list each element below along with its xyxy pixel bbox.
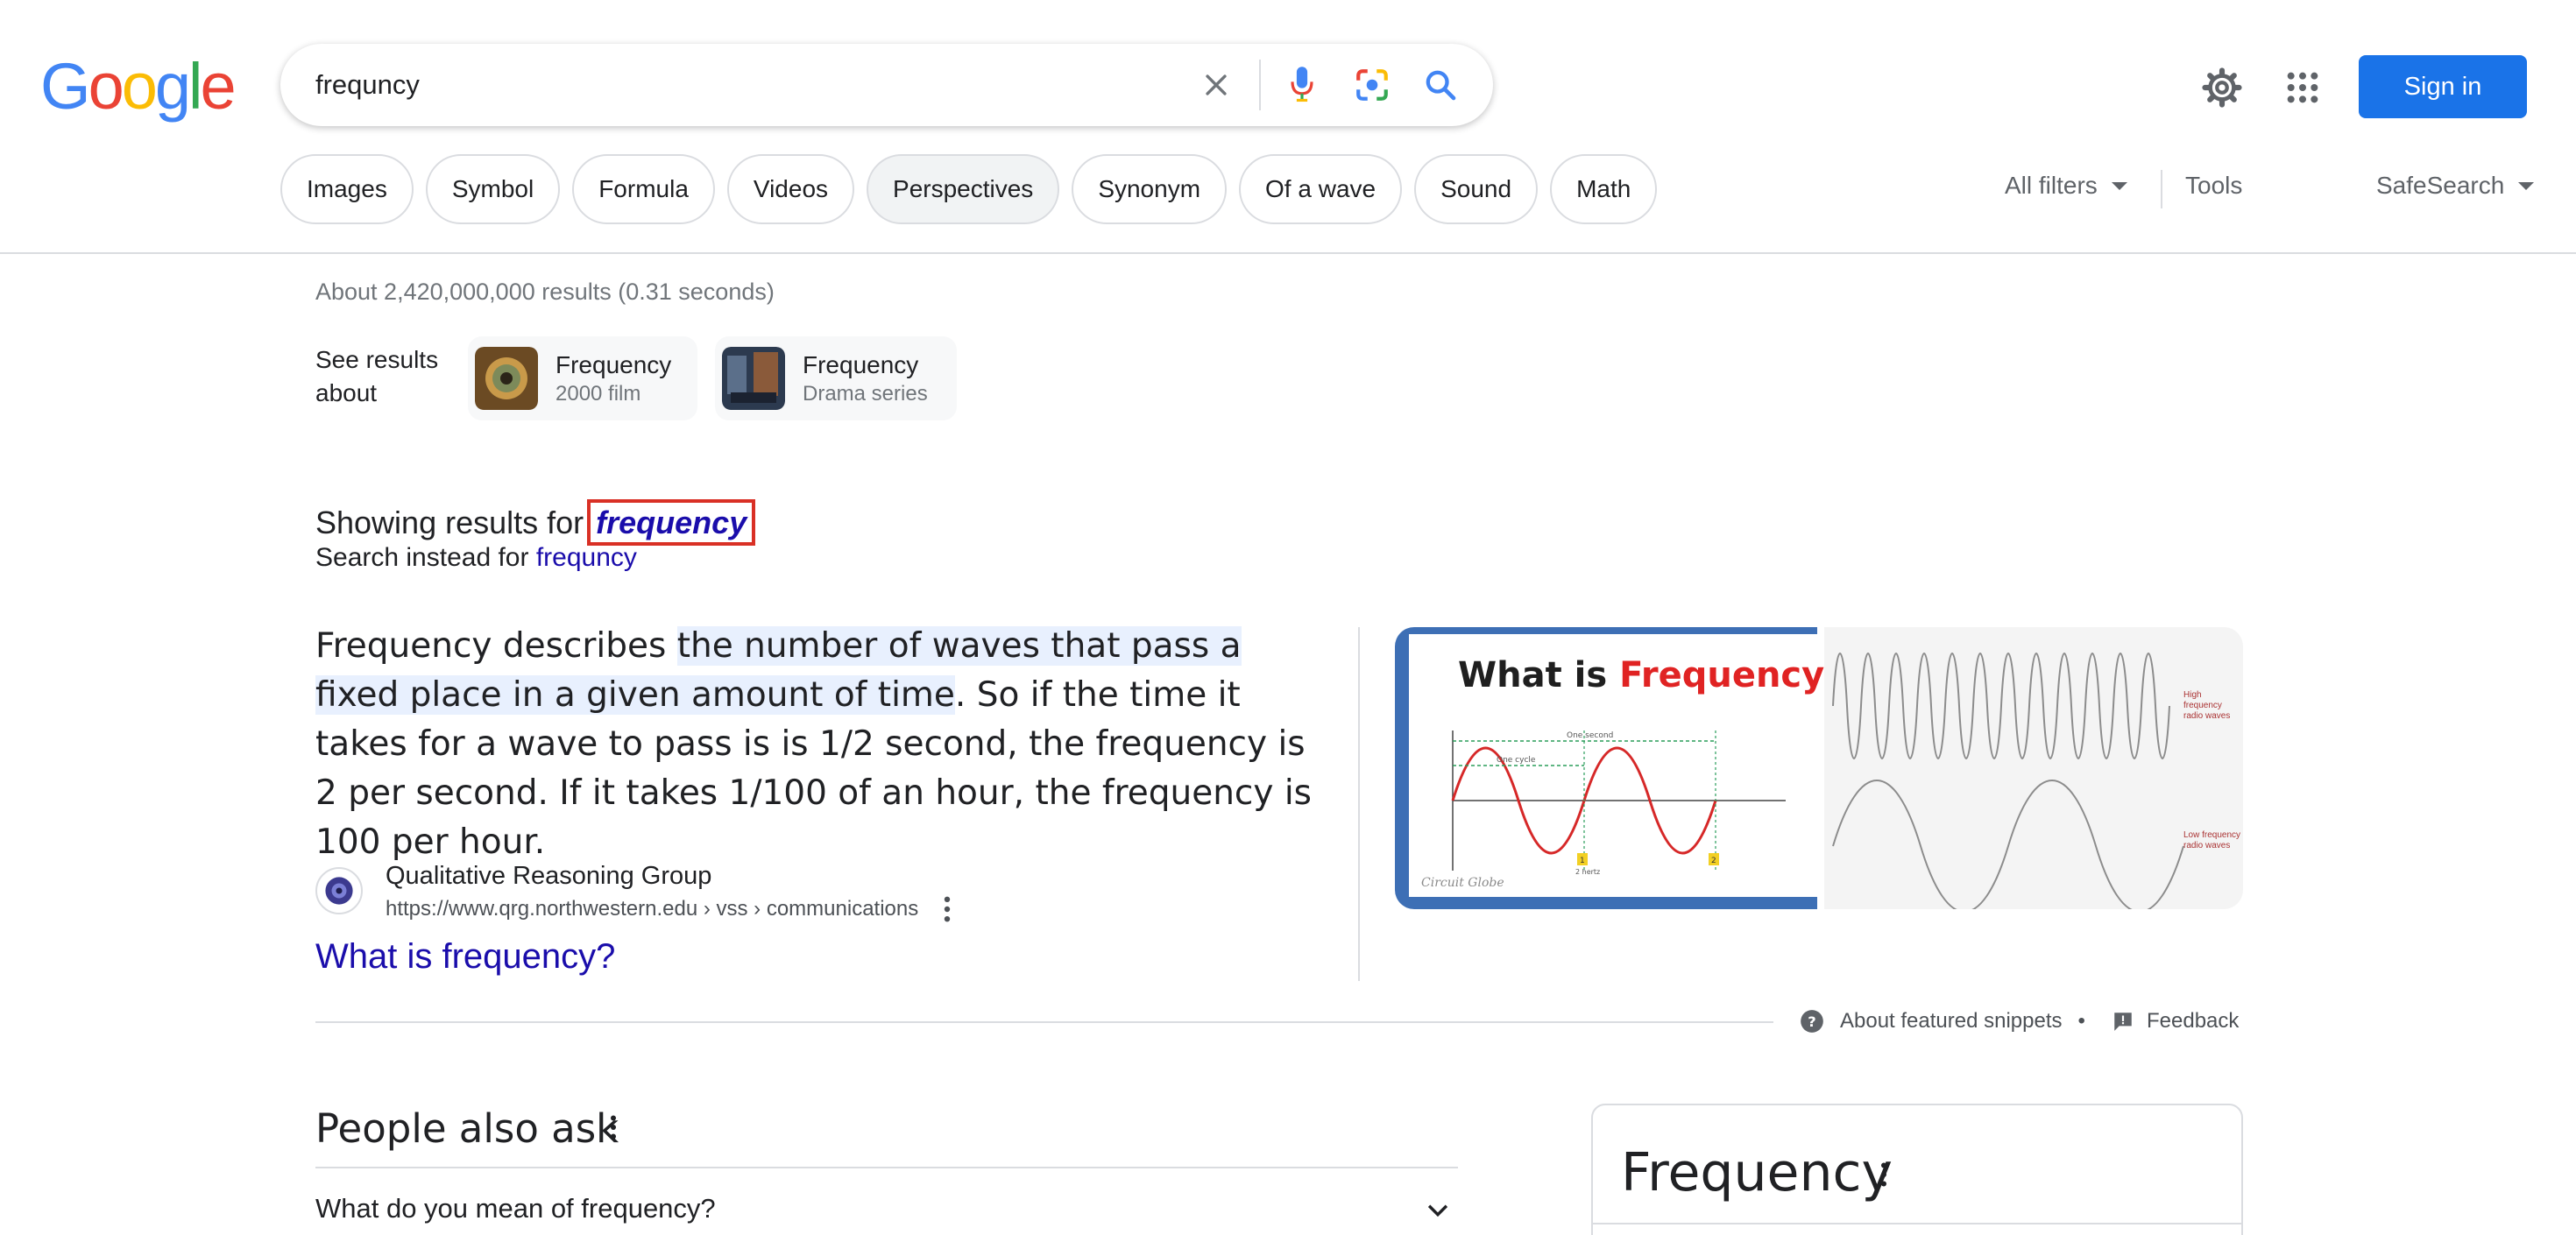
help-circle-icon: ?: [1801, 1010, 1823, 1033]
filter-chips: Images Symbol Formula Videos Perspective…: [280, 154, 1658, 224]
more-options-icon[interactable]: [1877, 1161, 1891, 1192]
see-results-label: See results about: [315, 346, 439, 406]
snippet-text-before: Frequency describes: [315, 626, 677, 666]
more-options-icon[interactable]: [606, 1114, 620, 1145]
source-url[interactable]: https://www.qrg.northwestern.edu › vss ›…: [386, 897, 918, 921]
sign-in-button[interactable]: Sign in: [2359, 55, 2527, 118]
logo-letter: e: [200, 50, 236, 123]
featured-images: What is Frequency One second One cycle 1…: [1395, 627, 2243, 909]
card-text: Frequency Drama series: [803, 349, 928, 407]
sine-wave-graphic: One second One cycle 1 2 2 hertz: [1451, 730, 1786, 875]
high-frequency-label: High frequency radio waves: [2183, 690, 2231, 721]
google-logo[interactable]: Google: [40, 50, 237, 123]
safesearch-dropdown[interactable]: SafeSearch: [2376, 172, 2535, 200]
header-bar: Google frequncy Sign in Images Symbol Fo…: [0, 0, 2576, 254]
filter-divider: [2161, 170, 2162, 208]
radio-waves-graphic: [1832, 653, 2184, 909]
more-options-icon[interactable]: [939, 895, 955, 928]
image-title: What is Frequency: [1458, 655, 1825, 695]
original-query-link[interactable]: frequncy: [536, 543, 637, 572]
image-inner: What is Frequency One second One cycle 1…: [1409, 634, 1824, 897]
svg-text:2 hertz: 2 hertz: [1575, 868, 1600, 875]
chip-of-a-wave[interactable]: Of a wave: [1239, 154, 1403, 224]
about-featured-snippets-link[interactable]: ? About featured snippets •: [1800, 1009, 2085, 1034]
chip-synonym[interactable]: Synonym: [1072, 154, 1228, 224]
logo-letter: G: [40, 50, 91, 123]
paa-question[interactable]: What do you mean of frequency?: [315, 1193, 716, 1224]
card-title: Frequency: [803, 351, 919, 378]
chip-sound[interactable]: Sound: [1414, 154, 1539, 224]
knowledge-panel-divider: [1593, 1223, 2241, 1224]
showing-prefix: Showing results for: [315, 505, 593, 540]
knowledge-panel: Frequency: [1591, 1104, 2243, 1235]
card-title: Frequency: [556, 351, 672, 378]
chip-formula[interactable]: Formula: [572, 154, 715, 224]
card-subtitle: 2000 film: [556, 382, 641, 406]
svg-text:1: 1: [1580, 857, 1585, 865]
logo-letter: l: [188, 50, 203, 123]
image-caption: Circuit Globe: [1421, 876, 1504, 890]
safesearch-label: SafeSearch: [2376, 172, 2505, 199]
lens-camera-icon[interactable]: [1349, 62, 1395, 108]
chip-videos[interactable]: Videos: [726, 154, 855, 224]
showing-results-for: Showing results for frequency: [315, 499, 756, 546]
knowledge-panel-title: Frequency: [1621, 1142, 1893, 1203]
result-stats: About 2,420,000,000 results (0.31 second…: [315, 279, 775, 305]
chip-math[interactable]: Math: [1550, 154, 1658, 224]
card-text: Frequency 2000 film: [556, 349, 671, 407]
radio-waves-image[interactable]: High frequency radio waves Low frequency…: [1824, 627, 2243, 909]
settings-gear-icon[interactable]: [2199, 65, 2245, 110]
apps-grid-icon[interactable]: [2280, 65, 2325, 110]
search-icon[interactable]: [1418, 62, 1463, 108]
chip-perspectives[interactable]: Perspectives: [867, 154, 1060, 224]
source-favicon-icon[interactable]: [315, 867, 363, 914]
card-subtitle: Drama series: [803, 382, 928, 406]
paa-divider: [315, 1167, 1458, 1168]
chevron-down-icon[interactable]: [1423, 1195, 1453, 1229]
caret-down-icon: [2111, 181, 2127, 190]
all-filters-label: All filters: [2005, 172, 2098, 199]
svg-text:One second: One second: [1567, 731, 1613, 740]
logo-letter: o: [88, 50, 124, 123]
chip-symbol[interactable]: Symbol: [425, 154, 561, 224]
feedback-label: Feedback: [2147, 1009, 2240, 1033]
clear-icon[interactable]: [1193, 62, 1239, 108]
svg-text:One cycle: One cycle: [1497, 756, 1536, 765]
instead-prefix: Search instead for: [315, 543, 536, 572]
search-input[interactable]: [315, 63, 1192, 107]
logo-letter: g: [154, 50, 191, 123]
microphone-icon[interactable]: [1279, 62, 1325, 108]
about-snippets-label: About featured snippets: [1840, 1009, 2063, 1033]
search-divider: [1259, 60, 1261, 110]
feedback-icon: [2114, 1013, 2132, 1031]
feedback-link[interactable]: Feedback: [2112, 1009, 2239, 1034]
logo-letter: o: [121, 50, 158, 123]
all-filters-dropdown[interactable]: All filters: [2005, 172, 2127, 200]
see-results-card-series[interactable]: Frequency Drama series: [715, 336, 957, 420]
snippet-divider: [1358, 627, 1360, 981]
series-poster-thumbnail: [722, 347, 785, 410]
source-name[interactable]: Qualitative Reasoning Group: [386, 862, 711, 891]
low-frequency-label: Low frequency radio waves: [2183, 830, 2241, 850]
caret-down-icon: [2518, 181, 2535, 190]
corrected-query-link[interactable]: frequency: [587, 499, 756, 546]
result-title-link[interactable]: What is frequency?: [315, 937, 615, 977]
film-poster-thumbnail: [475, 347, 538, 410]
chip-images[interactable]: Images: [280, 154, 414, 224]
snippet-bottom-divider: [315, 1021, 1773, 1023]
frequency-diagram-image[interactable]: What is Frequency One second One cycle 1…: [1395, 627, 1824, 909]
tools-button[interactable]: Tools: [2185, 172, 2242, 200]
featured-snippet-text: Frequency describes the number of waves …: [315, 622, 1323, 867]
see-results-card-film[interactable]: Frequency 2000 film: [468, 336, 697, 420]
search-instead-for: Search instead for frequncy: [315, 543, 637, 573]
people-also-ask-title: People also ask: [315, 1105, 619, 1152]
separator-dot: •: [2077, 1009, 2085, 1033]
svg-text:2: 2: [1711, 857, 1716, 865]
svg-text:?: ?: [1808, 1013, 1815, 1030]
